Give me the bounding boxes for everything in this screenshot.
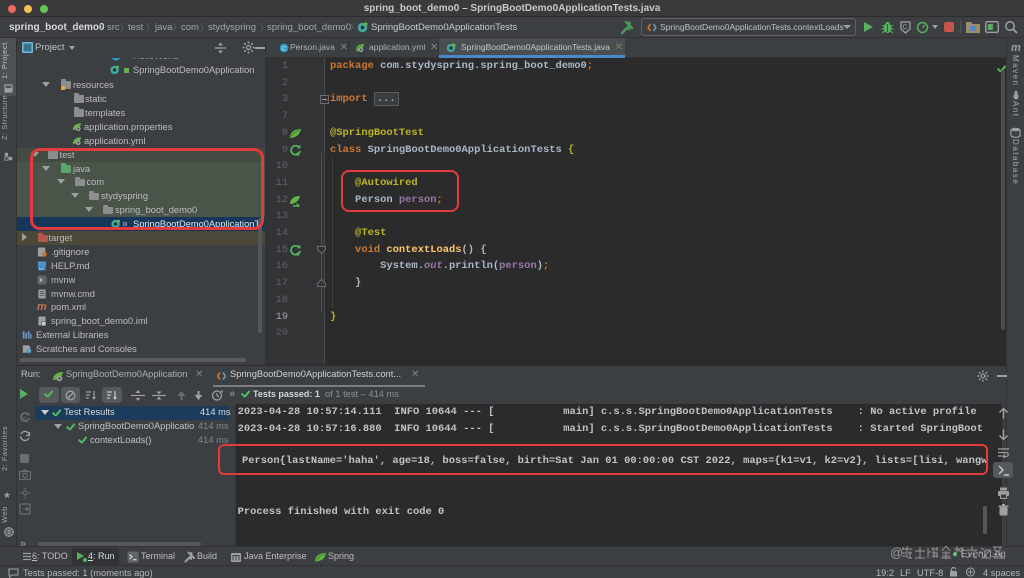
svg-text:MD: MD [39,267,45,271]
svg-text:C: C [282,46,287,53]
svg-text:9: 9 [23,417,27,423]
svg-text:C: C [903,24,908,31]
